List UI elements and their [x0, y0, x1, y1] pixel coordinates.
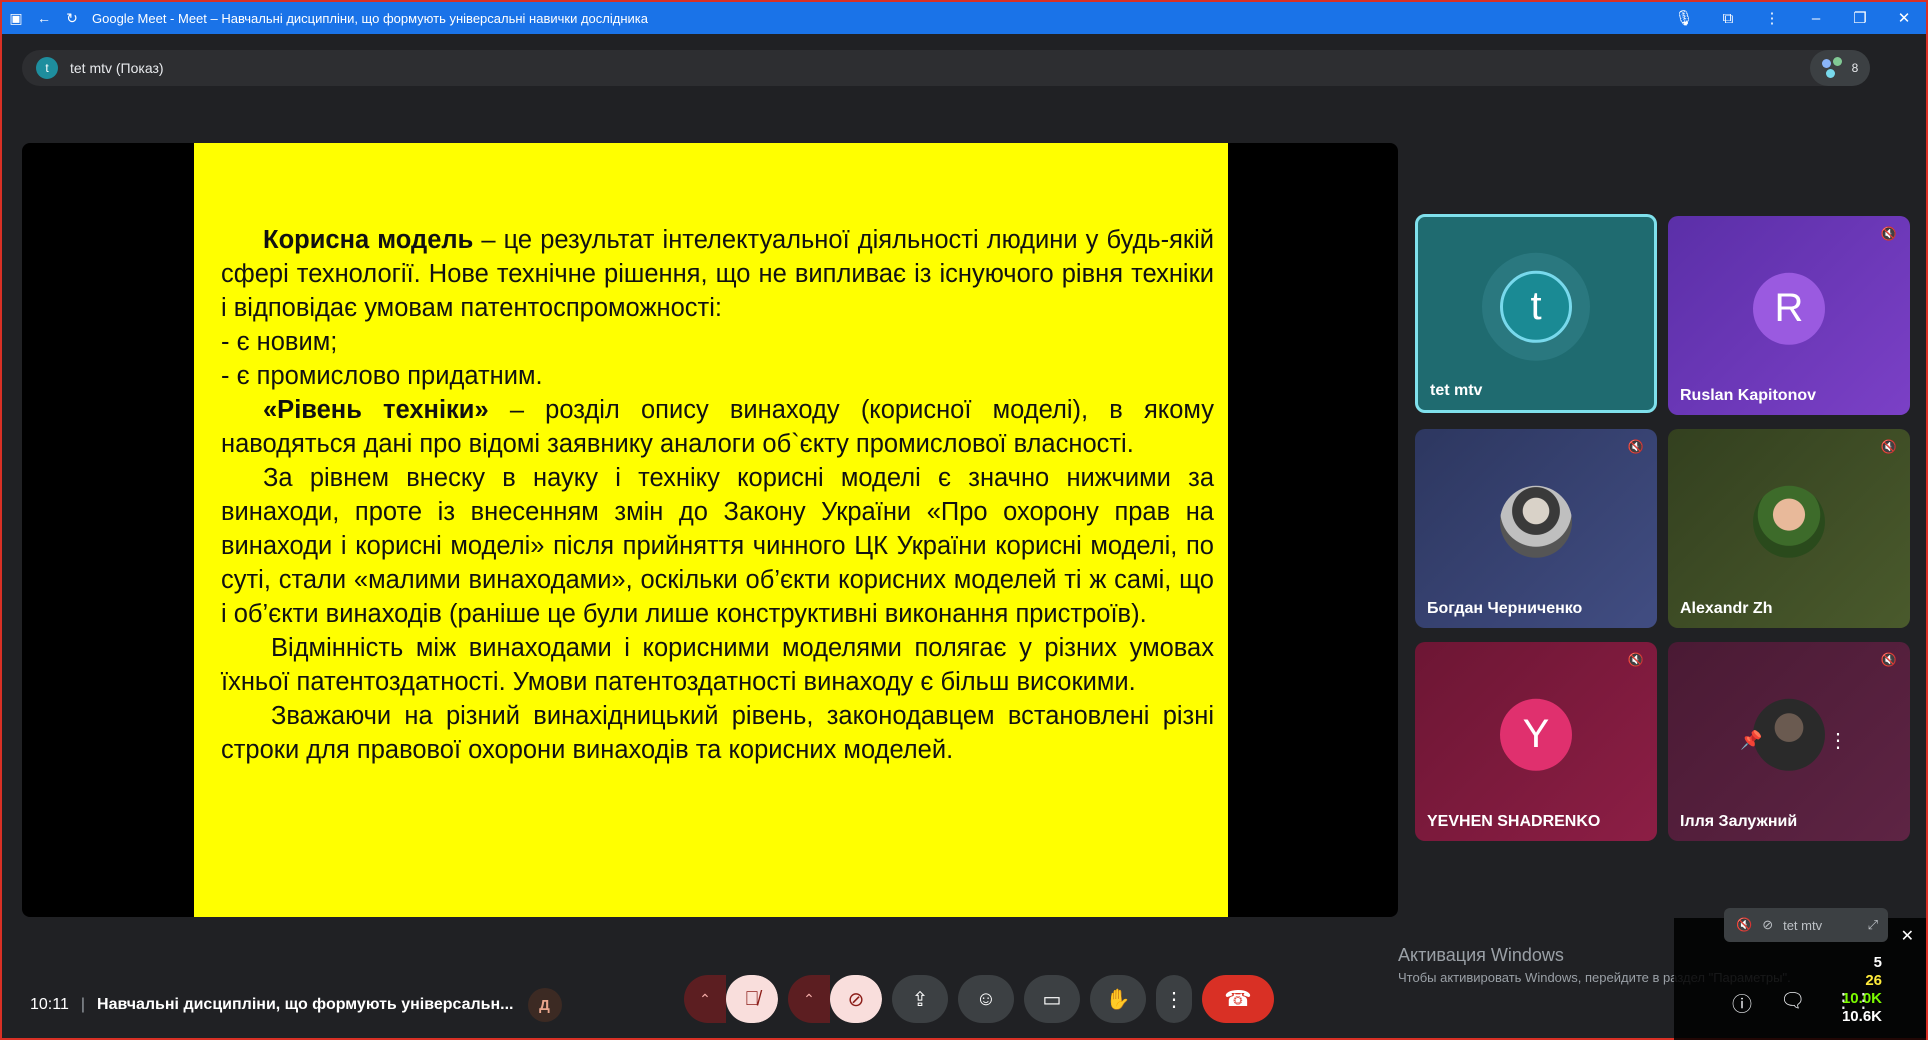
avatar-photo — [1753, 485, 1825, 558]
mic-off-icon: 🔇 — [1627, 439, 1645, 454]
people-icon — [1821, 57, 1844, 79]
chat-icon[interactable]: 🗨 — [1780, 988, 1805, 1017]
mic-off-icon: 🔇 — [1736, 917, 1753, 932]
hand-icon: ✋ — [1105, 988, 1131, 1011]
self-name: tet mtv — [1783, 917, 1823, 933]
participant-name: YEVHEN SHADRENKO — [1427, 813, 1601, 830]
present-icon: ⇪ — [911, 988, 929, 1011]
activities-icon[interactable]: ⋮⋮ — [1833, 988, 1873, 1017]
user-badge: Д — [527, 988, 562, 1022]
camera-off-icon: ⊘ — [847, 988, 865, 1011]
side-panel-icons: ⓘ 🗨 ⋮⋮ — [1732, 988, 1873, 1017]
slide-p5: За рівнем внеску в науку і техніку корис… — [221, 464, 1214, 628]
participant-tile-tet-mtv[interactable]: t tet mtv — [1415, 214, 1657, 413]
slide-p6: Відмінність між винаходами і корисними м… — [221, 634, 1214, 696]
slide-p3: - є промислово придатним. — [221, 362, 543, 390]
window-title: Google Meet - Meet – Навчальні дисциплін… — [92, 10, 648, 26]
participant-name: Богдан Черниченко — [1427, 600, 1583, 617]
more-options-button[interactable]: ⋮ — [1156, 975, 1192, 1023]
mic-off-icon: 🔇 — [1880, 652, 1898, 667]
presenter-avatar: t — [36, 57, 58, 79]
mic-off-icon: 🎙̸ — [744, 987, 760, 1010]
avatar: R — [1753, 272, 1825, 345]
avatar: Y — [1500, 698, 1572, 771]
mic-options-button[interactable]: ⌃ — [684, 975, 726, 1023]
participant-tile-bohdan[interactable]: 🔇 Богдан Черниченко — [1415, 429, 1657, 628]
participant-name: tet mtv — [1430, 382, 1483, 399]
close-overlay-icon[interactable]: ✕ — [1901, 926, 1914, 946]
participant-tile-ruslan[interactable]: 🔇 R Ruslan Kapitonov — [1668, 216, 1910, 415]
reload-icon[interactable]: ↻ — [58, 2, 86, 34]
slide-term-useful-model: Корисна модель — [263, 226, 474, 254]
phone-hangup-icon: ☎ — [1224, 986, 1252, 1011]
avatar-photo — [1753, 698, 1825, 771]
participant-tile-alexandr[interactable]: 🔇 Alexandr Zh — [1668, 429, 1910, 628]
slide-p7: Зважаючи на різний винахідницький рівень… — [221, 702, 1214, 764]
avatar-photo — [1500, 485, 1572, 558]
menu-dots-icon[interactable]: ⋮ — [1750, 9, 1794, 27]
mic-toggle-button[interactable]: 🎙̸ — [726, 975, 778, 1023]
presentation-stage: Корисна модель – це результат інтелектуа… — [22, 143, 1398, 917]
participant-name: Ruslan Kapitonov — [1680, 387, 1817, 404]
extension-icon[interactable]: ⧉ — [1706, 10, 1750, 27]
captions-icon: ▭ — [1042, 988, 1062, 1011]
mic-off-icon: 🔇 — [1880, 439, 1898, 454]
present-screen-button[interactable]: ⇪ — [892, 975, 948, 1023]
emoji-icon: ☺ — [975, 987, 997, 1010]
participant-tile-yevhen[interactable]: 🔇 Y YEVHEN SHADRENKO — [1415, 642, 1657, 841]
camera-options-button[interactable]: ⌃ — [788, 975, 830, 1023]
info-icon[interactable]: ⓘ — [1732, 988, 1752, 1017]
back-icon[interactable]: ← — [30, 2, 58, 34]
mic-off-icon: 🔇 — [1880, 226, 1898, 241]
mic-off-icon: 🔇 — [1627, 652, 1645, 667]
expand-icon[interactable]: ⤢ — [1868, 917, 1878, 933]
meeting-title: Навчальні дисципліни, що формують універ… — [97, 996, 514, 1013]
camera-toggle-button[interactable]: ⊘ — [830, 975, 882, 1023]
meeting-info: 10:11 | Навчальні дисципліни, що формуют… — [30, 988, 562, 1022]
reactions-button[interactable]: ☺ — [958, 975, 1014, 1023]
more-dots-icon: ⋮ — [1164, 988, 1184, 1011]
presenter-label: tet mtv (Показ) — [70, 60, 164, 76]
participant-count: 8 — [1851, 61, 1859, 75]
pin-icon[interactable]: 📌 — [1740, 730, 1762, 751]
close-button[interactable]: ✕ — [1882, 9, 1926, 27]
minimize-button[interactable]: – — [1794, 10, 1838, 27]
slide-p2: - є новим; — [221, 328, 338, 356]
captions-button[interactable]: ▭ — [1024, 975, 1080, 1023]
participants-button[interactable]: 8 — [1810, 50, 1870, 86]
more-options-icon[interactable]: ⋮ — [1828, 728, 1848, 753]
microphone-icon[interactable]: 🎙 — [1662, 9, 1706, 27]
camera-control-group: ⌃ ⊘ — [788, 975, 882, 1023]
leave-call-button[interactable]: ☎ — [1202, 975, 1274, 1023]
participant-name: Ілля Залужний — [1680, 813, 1798, 830]
meet-app-icon: ▣ — [9, 9, 23, 26]
participant-name: Alexandr Zh — [1680, 600, 1773, 617]
presenter-bar: t tet mtv (Показ) 8 — [22, 50, 1870, 86]
participant-tile-illia[interactable]: 🔇 📌 ⋮ Ілля Залужний — [1668, 642, 1910, 841]
call-controls: ⌃ 🎙̸ ⌃ ⊘ ⇪ ☺ ▭ ✋ ⋮ ☎ — [684, 975, 1274, 1023]
clock-time: 10:11 — [30, 996, 69, 1013]
mic-control-group: ⌃ 🎙̸ — [684, 975, 778, 1023]
slide-term-prior-art: «Рівень техніки» — [263, 396, 489, 424]
restore-button[interactable]: ❐ — [1838, 9, 1882, 27]
avatar: t — [1500, 270, 1572, 343]
self-view-mini[interactable]: 🔇 ⊘ tet mtv ⤢ — [1724, 908, 1888, 942]
browser-title-bar: ▣ ← ↻ Google Meet - Meet – Навчальні дис… — [2, 2, 1926, 34]
camera-off-icon: ⊘ — [1762, 917, 1774, 932]
presentation-slide: Корисна модель – це результат інтелектуа… — [194, 143, 1228, 917]
raise-hand-button[interactable]: ✋ — [1090, 975, 1146, 1023]
